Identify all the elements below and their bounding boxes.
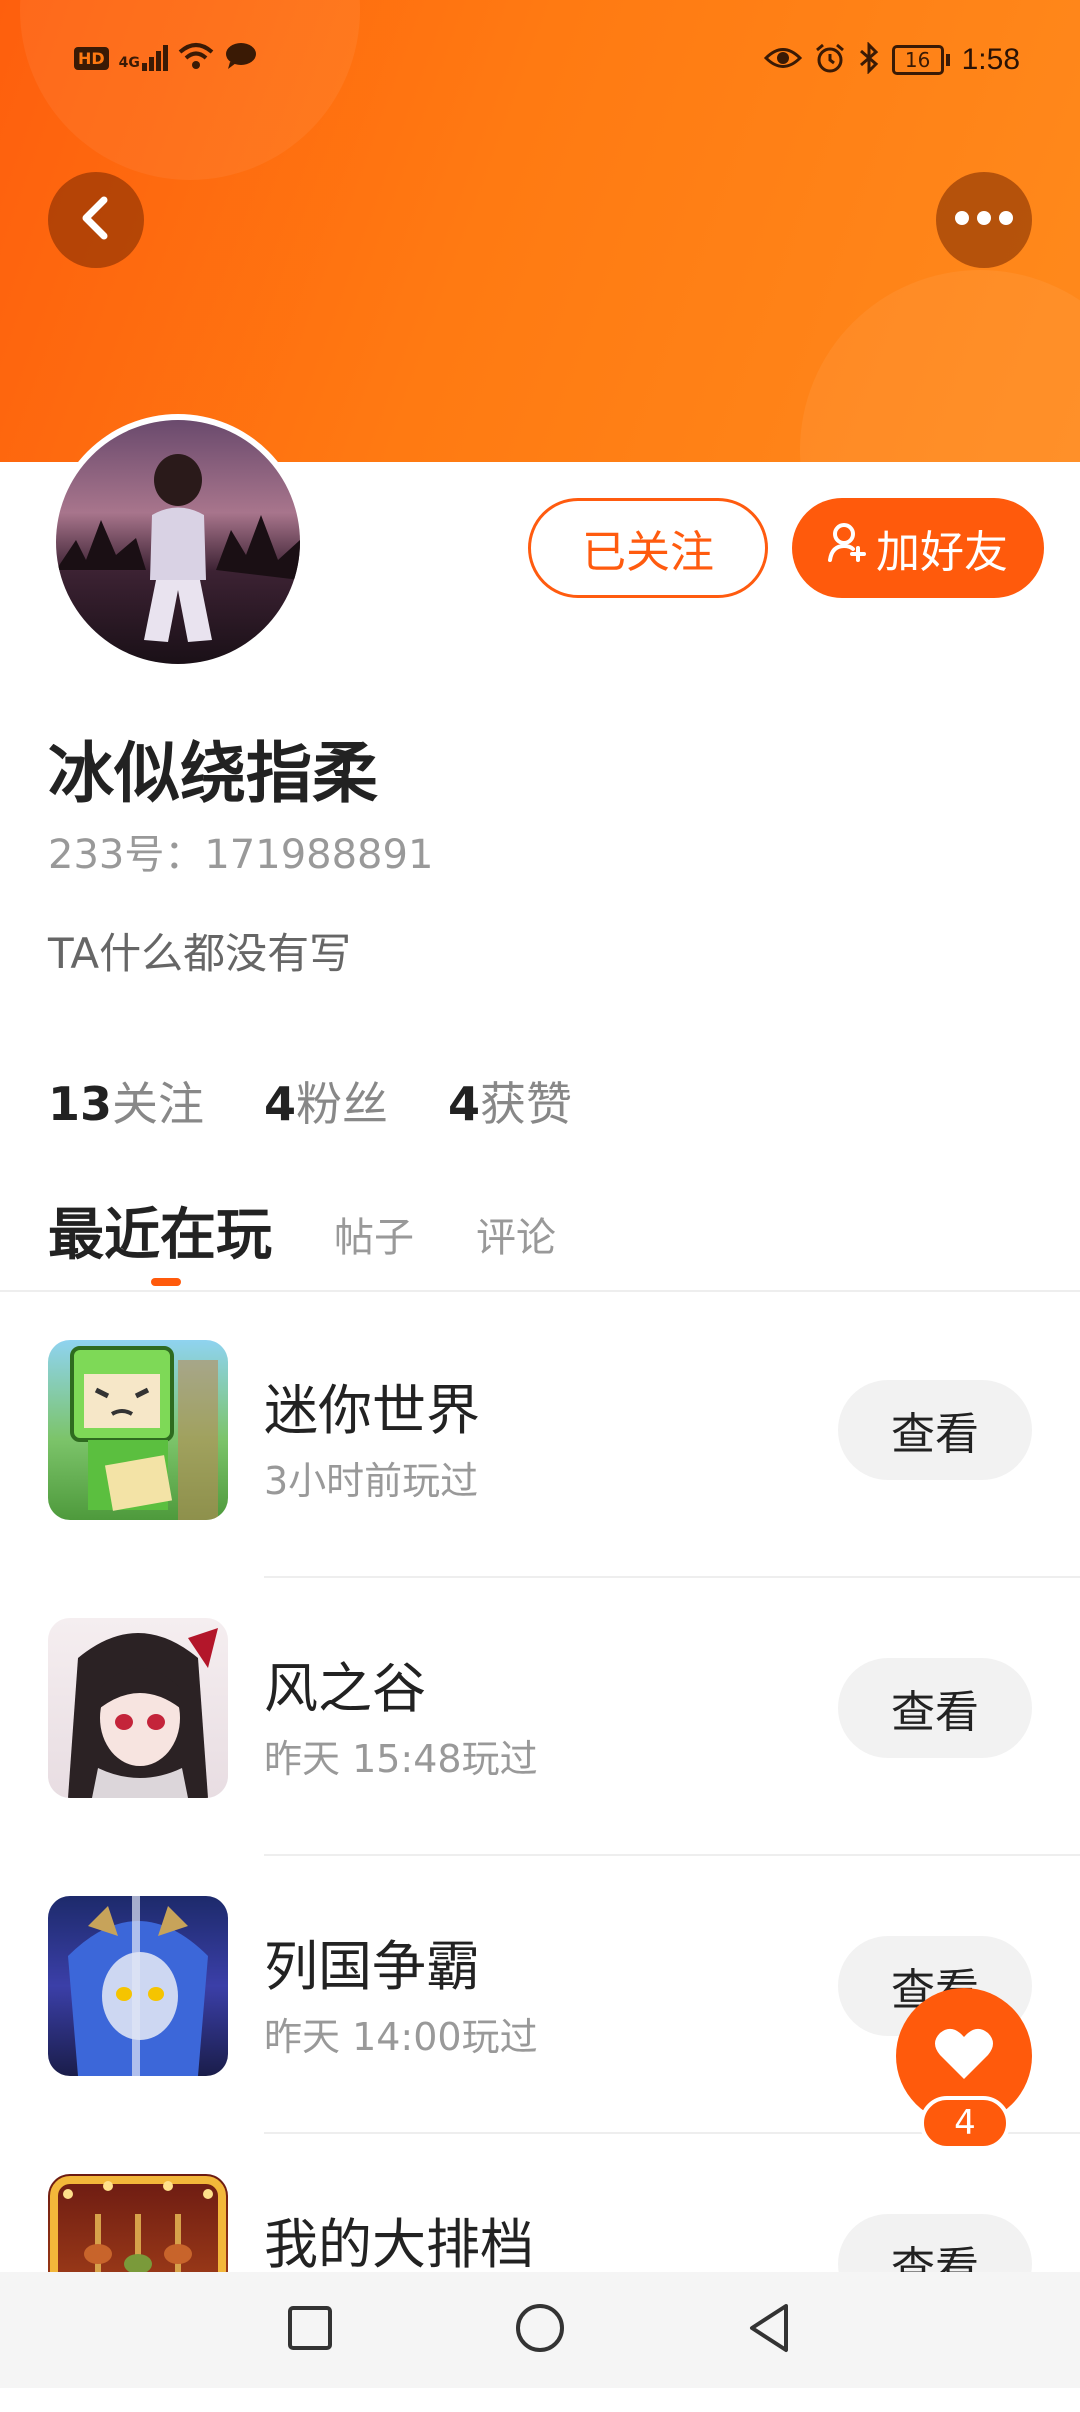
- add-friend-label: 加好友: [876, 527, 1008, 578]
- triangle-back-icon: [746, 2302, 794, 2358]
- tab-comments[interactable]: 评论: [476, 1205, 556, 1271]
- chevron-left-icon: [76, 194, 116, 246]
- bluetooth-icon: [858, 41, 880, 78]
- hd-icon: HD: [74, 46, 109, 70]
- back-button[interactable]: [48, 172, 144, 268]
- stat-likes[interactable]: 4获赞: [448, 1068, 572, 1134]
- game-last-played: 3小时前玩过: [264, 1459, 479, 1503]
- recent-apps-button[interactable]: [280, 2300, 340, 2360]
- profile-header-banner: HD 4G 16 1:58: [0, 0, 1080, 462]
- system-nav-bar: [0, 2272, 1080, 2388]
- game-last-played: 昨天 14:00玩过: [264, 2015, 538, 2059]
- game-last-played: 昨天 15:48玩过: [264, 1737, 538, 1781]
- tab-posts[interactable]: 帖子: [334, 1205, 414, 1271]
- game-icon-warring-states: [48, 1896, 228, 2076]
- game-icon-wind-valley: [48, 1618, 228, 1798]
- tab-active-indicator: [151, 1278, 181, 1286]
- circle-icon: [514, 2302, 566, 2358]
- more-button[interactable]: [936, 172, 1032, 268]
- tab-recently-played[interactable]: 最近在玩: [48, 1190, 272, 1286]
- game-title: 迷你世界: [264, 1379, 480, 1442]
- like-count-badge: 4: [920, 2096, 1010, 2150]
- status-bar: HD 4G 16 1:58: [0, 0, 1080, 130]
- game-title: 风之谷: [264, 1657, 426, 1720]
- game-title: 列国争霸: [264, 1935, 480, 1998]
- stat-fans-count: 4: [264, 1077, 297, 1131]
- stat-fans[interactable]: 4粉丝: [264, 1068, 388, 1134]
- view-button[interactable]: 查看: [838, 1658, 1032, 1758]
- followed-label: 已关注: [582, 527, 714, 578]
- eye-icon: [763, 45, 802, 75]
- add-user-icon: [828, 522, 868, 575]
- message-icon: [224, 42, 258, 74]
- list-item[interactable]: 迷你世界 3小时前玩过 查看: [0, 1300, 1080, 1578]
- stat-following[interactable]: 13关注: [48, 1068, 204, 1134]
- profile-name: 冰似绕指柔: [48, 735, 378, 812]
- avatar[interactable]: [50, 414, 306, 670]
- add-friend-button[interactable]: 加好友: [792, 498, 1044, 598]
- more-horizontal-icon: [954, 210, 1014, 230]
- stat-following-label: 关注: [112, 1077, 205, 1131]
- stat-following-count: 13: [48, 1077, 113, 1131]
- network-4g-icon: 4G: [119, 45, 168, 71]
- back-nav-button[interactable]: [740, 2300, 800, 2360]
- game-icon-mini-world: [48, 1340, 228, 1520]
- alarm-icon: [814, 42, 846, 78]
- heart-icon: [934, 2027, 994, 2085]
- list-item[interactable]: 风之谷 昨天 15:48玩过 查看: [0, 1578, 1080, 1856]
- square-icon: [286, 2304, 334, 2356]
- stat-likes-count: 4: [448, 1077, 481, 1131]
- profile-tabs: 最近在玩 帖子 评论: [48, 1190, 618, 1286]
- wifi-icon: [178, 42, 214, 74]
- home-button[interactable]: [510, 2300, 570, 2360]
- profile-stats: 13关注 4粉丝 4获赞: [48, 1068, 572, 1134]
- view-button[interactable]: 查看: [838, 1380, 1032, 1480]
- tab-recently-played-label: 最近在玩: [48, 1203, 272, 1268]
- followed-button[interactable]: 已关注: [528, 498, 768, 598]
- profile-bio: TA什么都没有写: [48, 929, 352, 978]
- tab-divider: [0, 1290, 1080, 1292]
- stat-likes-label: 获赞: [480, 1077, 573, 1131]
- clock: 1:58: [961, 43, 1020, 76]
- profile-uid: 233号：171988891: [48, 832, 434, 878]
- stat-fans-label: 粉丝: [296, 1077, 389, 1131]
- game-title: 我的大排档: [264, 2213, 534, 2276]
- battery-icon: 16: [891, 45, 950, 75]
